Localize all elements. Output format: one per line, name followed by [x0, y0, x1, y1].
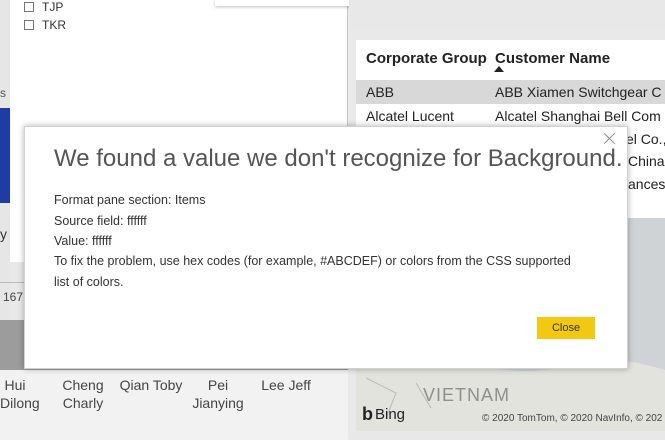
name-line: Hui [4, 377, 26, 393]
name-line: Dilong [0, 395, 40, 411]
name-label[interactable]: Pei Jianying [190, 376, 246, 412]
canvas-background [349, 0, 665, 30]
name-line: Cheng [62, 377, 104, 393]
table-cell: ABB [366, 84, 395, 100]
map-copyright: © 2020 TomTom, © 2020 NavInfo, © 202 [482, 413, 663, 424]
table-cell: China [628, 153, 665, 169]
dialog-detail-line: list of colors. [54, 275, 124, 289]
left-visual-text: y [0, 226, 7, 242]
table-cell: ances [628, 176, 665, 192]
slicer-item-label: TJP [42, 0, 64, 14]
name-line: Pei [207, 377, 229, 393]
slicer-item[interactable]: TKR [24, 16, 66, 34]
left-visual-blue-block [0, 108, 10, 203]
sort-ascending-icon[interactable] [494, 66, 504, 72]
name-line: Qian Toby [119, 377, 183, 393]
checkbox[interactable] [24, 2, 34, 12]
name-label[interactable]: Lee Jeff [258, 376, 314, 394]
bing-logo-text: Bing [375, 406, 406, 423]
left-visual-number: 167 [3, 290, 24, 304]
name-label[interactable]: Qian Toby [118, 376, 184, 394]
slicer-item[interactable]: TJP [24, 0, 63, 16]
checkbox[interactable] [24, 20, 34, 30]
close-button[interactable]: Close [537, 317, 595, 339]
dialog-detail-line: Source field: ffffff [54, 214, 147, 228]
dialog-title: We found a value we don't recognize for … [54, 145, 623, 172]
slicer-item-label: TKR [42, 18, 66, 32]
table-cell: Alcatel Lucent [366, 108, 454, 124]
column-header-customer-name[interactable]: Customer Name [495, 50, 610, 67]
close-icon[interactable] [603, 131, 617, 145]
dialog-detail-line: Value: ffffff [54, 234, 112, 248]
table-row[interactable]: Alcatel Lucent Alcatel Shanghai Bell Com [356, 104, 665, 128]
dialog-detail-line: To fix the problem, use hex codes (for e… [54, 254, 571, 268]
table-row[interactable]: ABB ABB Xiamen Switchgear C [356, 80, 665, 104]
bing-logo: b Bing [362, 404, 405, 425]
table-cell: Alcatel Shanghai Bell Com [495, 108, 661, 124]
bing-b-icon: b [362, 404, 373, 424]
map-country-label: VIETNAM [423, 385, 511, 405]
table-cell: ABB Xiamen Switchgear C [495, 84, 662, 100]
error-dialog: We found a value we don't recognize for … [24, 126, 628, 369]
left-visual-text: s [0, 86, 6, 100]
name-line: Jianying [192, 395, 244, 411]
name-label[interactable]: Cheng Charly [58, 376, 108, 412]
left-divider [0, 282, 24, 283]
canvas-background [349, 431, 665, 440]
dialog-detail-line: Format pane section: Items [54, 193, 206, 207]
name-label[interactable]: Hui Dilong [0, 376, 40, 412]
name-line: Lee Jeff [261, 377, 311, 393]
name-line: Charly [62, 395, 104, 411]
column-header-corporate-group[interactable]: Corporate Group [366, 50, 487, 67]
table-cell: el Co., [626, 131, 665, 147]
